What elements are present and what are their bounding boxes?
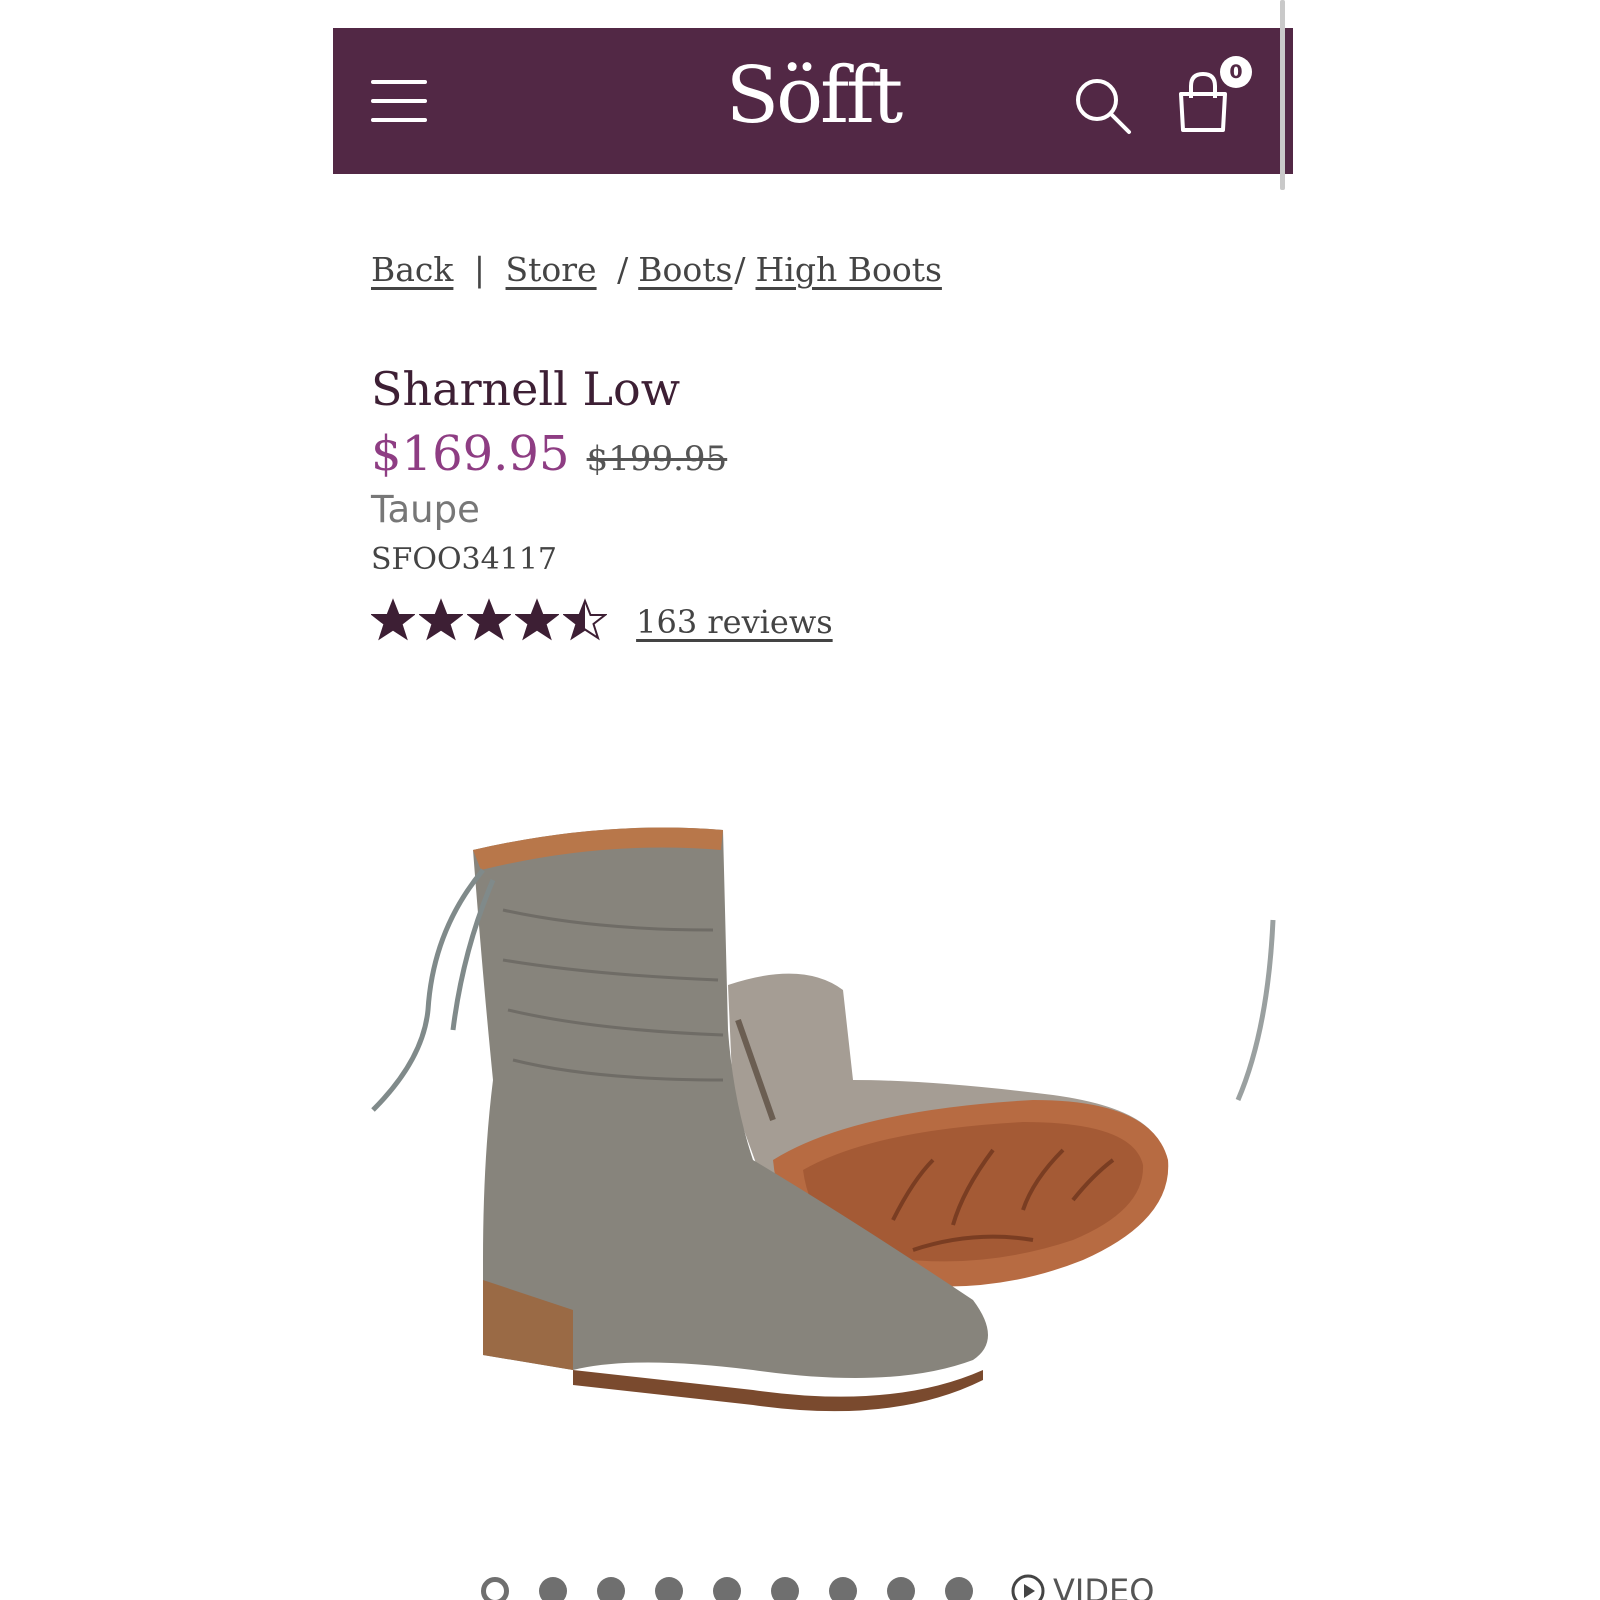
product-sku: SFOO34117 (371, 542, 557, 577)
carousel-dot[interactable] (655, 1577, 683, 1600)
carousel-dot[interactable] (771, 1577, 799, 1600)
star-icon (419, 598, 463, 641)
search-icon (1076, 79, 1131, 134)
breadcrumb-boots-link[interactable]: Boots (638, 250, 732, 289)
product-color: Taupe (371, 488, 480, 531)
hamburger-icon-line (371, 118, 427, 122)
cart-button[interactable]: 0 (1173, 56, 1253, 138)
carousel-dot[interactable] (713, 1577, 741, 1600)
rating-row: 163 reviews (371, 598, 833, 648)
carousel-dot[interactable] (597, 1577, 625, 1600)
brand-logo[interactable]: Söfft (713, 46, 913, 146)
breadcrumb: Back | Store / Boots/ High Boots (371, 250, 942, 294)
carousel-dot[interactable] (481, 1577, 509, 1600)
breadcrumb-store-link[interactable]: Store (506, 250, 597, 289)
carousel-dot[interactable] (945, 1577, 973, 1600)
play-icon (1011, 1574, 1045, 1600)
breadcrumb-separator: / (617, 250, 629, 289)
menu-button[interactable] (371, 76, 427, 126)
boot-product-image[interactable]: Söfft (333, 780, 1293, 1540)
video-label: VIDEO (1053, 1572, 1155, 1600)
site-header: Söfft 0 (333, 28, 1293, 174)
image-carousel-dots: VIDEO (481, 1572, 1154, 1600)
star-icon (515, 598, 559, 641)
star-icon (467, 598, 511, 641)
hamburger-icon (371, 80, 427, 84)
breadcrumb-back-link[interactable]: Back (371, 250, 453, 289)
star-icon (371, 598, 415, 641)
carousel-dot[interactable] (539, 1577, 567, 1600)
breadcrumb-divider: | (473, 250, 486, 289)
breadcrumb-high-boots-link[interactable]: High Boots (756, 250, 942, 289)
hamburger-icon-line (371, 99, 427, 103)
star-icon (563, 598, 607, 641)
search-button[interactable] (1073, 76, 1133, 136)
sale-price: $169.95 (371, 426, 570, 482)
product-title: Sharnell Low (371, 362, 681, 416)
cart-count-badge: 0 (1220, 56, 1252, 88)
breadcrumb-separator: / (734, 250, 746, 289)
carousel-dot[interactable] (829, 1577, 857, 1600)
price-row: $169.95 $199.95 (371, 426, 727, 482)
page-scrollbar[interactable] (1280, 0, 1285, 190)
original-price: $199.95 (586, 439, 728, 479)
product-page: Söfft 0 Back | Store / Boots/ High Boots S… (333, 0, 1293, 1600)
video-button[interactable]: VIDEO (1011, 1572, 1154, 1600)
reviews-link[interactable]: 163 reviews (636, 603, 833, 641)
carousel-dot[interactable] (887, 1577, 915, 1600)
star-rating[interactable] (371, 598, 611, 646)
